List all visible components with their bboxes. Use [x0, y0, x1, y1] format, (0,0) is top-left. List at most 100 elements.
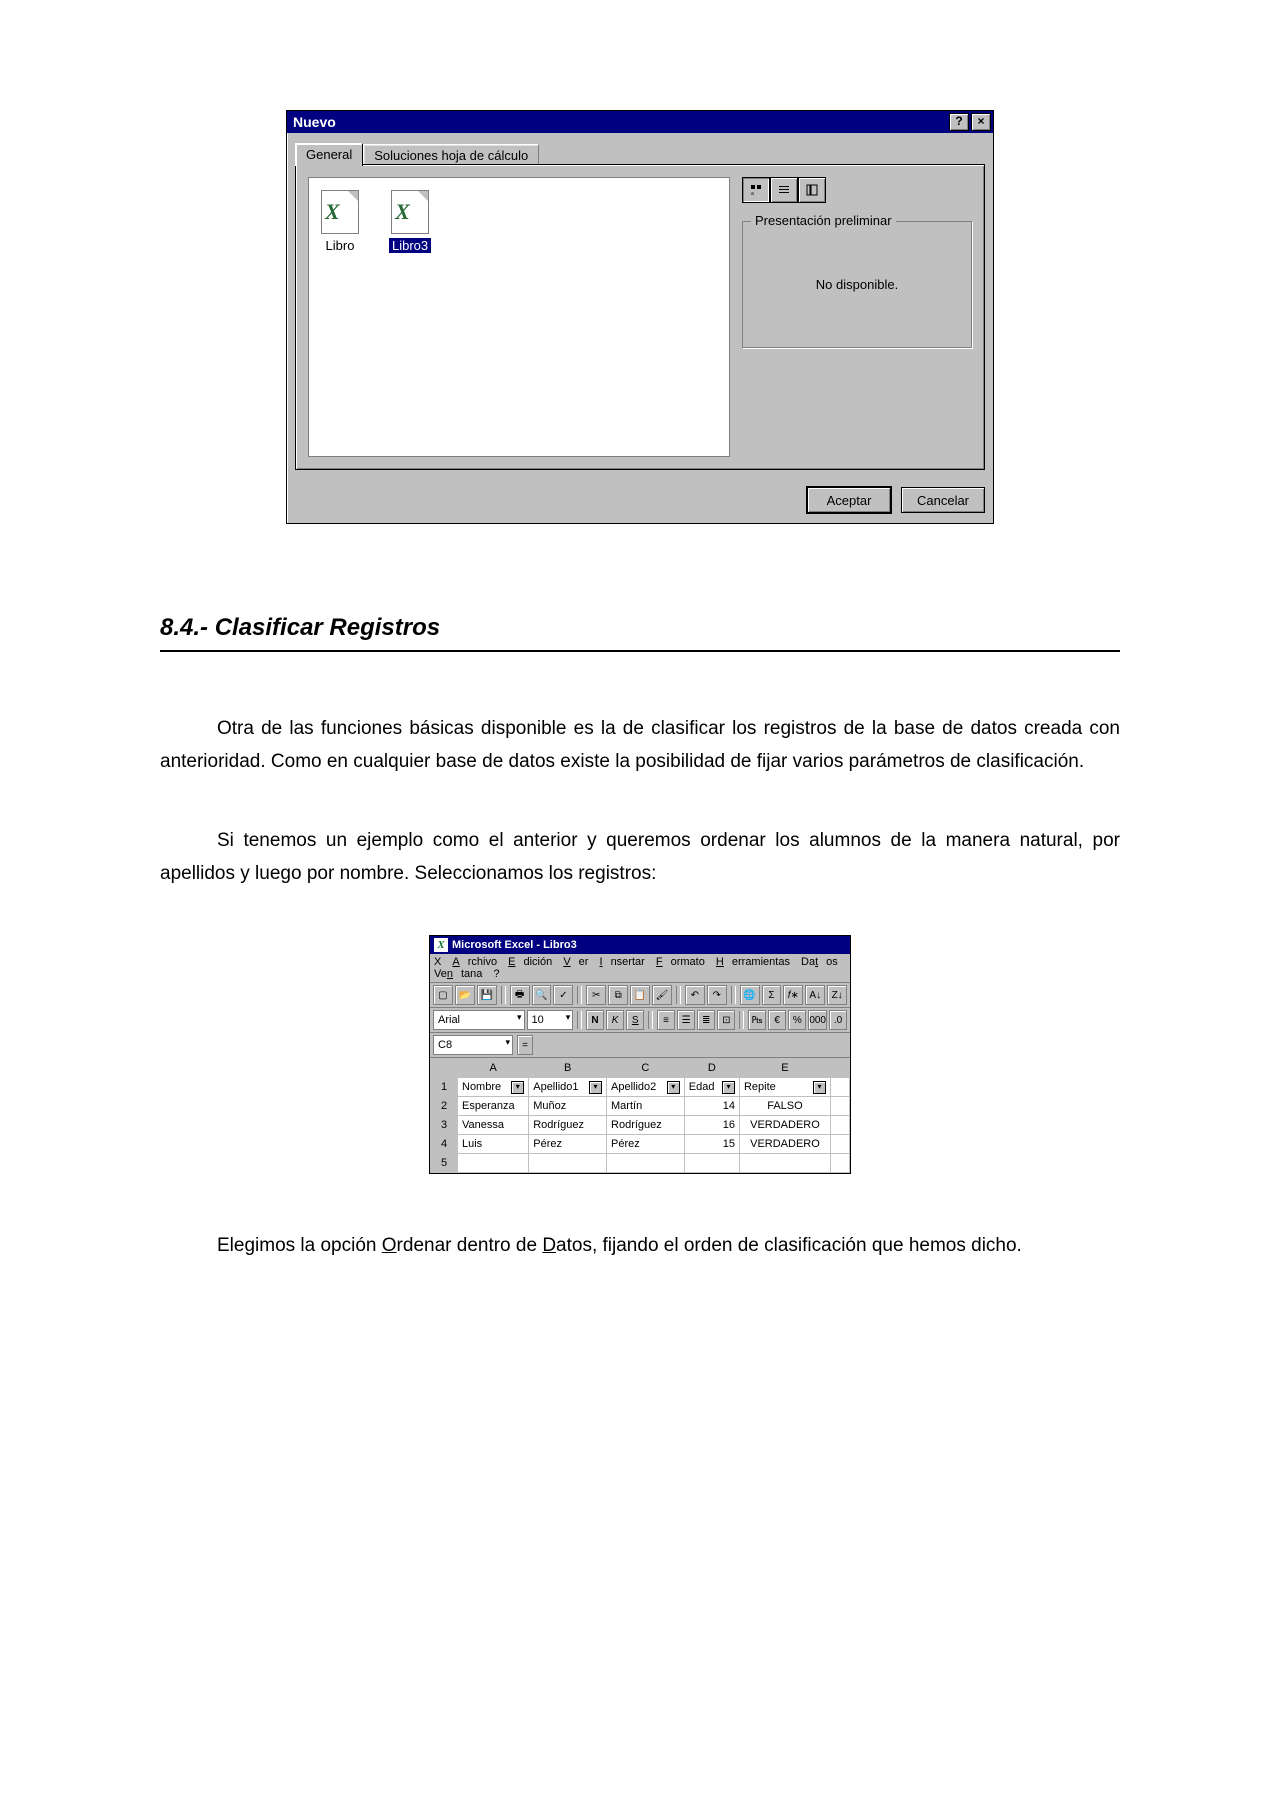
table-row[interactable]: 4 Luis Pérez Pérez 15 VERDADERO — [431, 1135, 850, 1154]
details-view-icon[interactable] — [798, 177, 826, 203]
cell[interactable] — [529, 1154, 607, 1173]
row-5-header[interactable]: 5 — [431, 1154, 458, 1173]
col-E[interactable]: E — [739, 1059, 830, 1078]
new-icon[interactable]: ▢ — [433, 985, 453, 1005]
cell[interactable]: Apellido2 — [611, 1081, 656, 1093]
col-A[interactable]: A — [458, 1059, 529, 1078]
size-combo[interactable]: 10 — [527, 1010, 574, 1030]
merge-center-icon[interactable]: ⊡ — [717, 1010, 735, 1030]
excel-menubar[interactable]: X Archivo Edición Ver Insertar Formato H… — [430, 954, 850, 983]
menu-insertar[interactable]: Insertar — [600, 956, 645, 968]
menu-archivo[interactable]: Archivo — [452, 956, 497, 968]
save-icon[interactable]: 💾 — [477, 985, 497, 1005]
excel-titlebar[interactable]: X Microsoft Excel - Libro3 — [430, 936, 850, 954]
close-icon[interactable]: × — [971, 113, 991, 131]
table-row[interactable]: 2 Esperanza Muñoz Martín 14 FALSO — [431, 1097, 850, 1116]
redo-icon[interactable]: ↷ — [707, 985, 727, 1005]
cell[interactable]: Pérez — [607, 1135, 685, 1154]
row-3-header[interactable]: 3 — [431, 1116, 458, 1135]
menu-edicion[interactable]: Edición — [508, 956, 552, 968]
align-left-icon[interactable]: ≡ — [657, 1010, 675, 1030]
filter-dropdown-icon[interactable]: ▾ — [722, 1081, 735, 1094]
increase-decimal-icon[interactable]: .0 — [829, 1010, 847, 1030]
template-libro3[interactable]: X Libro3 — [389, 190, 431, 253]
cell[interactable] — [739, 1154, 830, 1173]
filter-dropdown-icon[interactable]: ▾ — [667, 1081, 680, 1094]
menu-datos[interactable]: Datos — [801, 956, 838, 968]
autosum-icon[interactable]: Σ — [762, 985, 782, 1005]
cell[interactable]: Rodríguez — [529, 1116, 607, 1135]
name-box[interactable]: C8 — [433, 1035, 513, 1055]
sort-desc-icon[interactable]: Z↓ — [827, 985, 847, 1005]
function-icon[interactable]: f∗ — [783, 985, 803, 1005]
print-icon[interactable]: 🖶 — [510, 985, 530, 1005]
template-list[interactable]: X Libro X Libro3 — [308, 177, 730, 457]
excel-standard-toolbar[interactable]: ▢ 📂 💾 🖶 🔍 ✓ ✂ ⧉ 📋 🖌 ↶ ↷ 🌐 Σ f∗ A↓ Z↓ — [430, 983, 850, 1008]
col-extra[interactable] — [831, 1059, 850, 1078]
cell[interactable]: Repite — [744, 1081, 776, 1093]
percent-icon[interactable]: % — [788, 1010, 806, 1030]
cell[interactable]: Martín — [607, 1097, 685, 1116]
hyperlink-icon[interactable]: 🌐 — [740, 985, 760, 1005]
excel-grid[interactable]: A B C D E 1 Nombre▾ Apellido1▾ Apellido2… — [430, 1058, 850, 1173]
cell[interactable]: Pérez — [529, 1135, 607, 1154]
cell[interactable]: Muñoz — [529, 1097, 607, 1116]
excel-formula-bar[interactable]: C8 = — [430, 1033, 850, 1058]
cell[interactable]: 15 — [684, 1135, 739, 1154]
menu-ayuda[interactable]: ? — [493, 968, 499, 980]
cell[interactable]: 16 — [684, 1116, 739, 1135]
format-painter-icon[interactable]: 🖌 — [652, 985, 672, 1005]
cell[interactable]: Edad — [689, 1081, 715, 1093]
cell[interactable]: Luis — [458, 1135, 529, 1154]
spell-icon[interactable]: ✓ — [553, 985, 573, 1005]
excel-formatting-toolbar[interactable]: Arial 10 N K S ≡ ☰ ≣ ⊡ ₧ € % 000 .0 — [430, 1008, 850, 1033]
filter-dropdown-icon[interactable]: ▾ — [589, 1081, 602, 1094]
menu-ver[interactable]: Ver — [563, 956, 588, 968]
menu-herramientas[interactable]: Herramientas — [716, 956, 790, 968]
dialog-titlebar[interactable]: Nuevo ? × — [287, 111, 993, 133]
font-combo[interactable]: Arial — [433, 1010, 525, 1030]
underline-icon[interactable]: S — [626, 1010, 644, 1030]
copy-icon[interactable]: ⧉ — [608, 985, 628, 1005]
accept-button[interactable]: Aceptar — [807, 487, 891, 513]
align-center-icon[interactable]: ☰ — [677, 1010, 695, 1030]
cell[interactable]: Rodríguez — [607, 1116, 685, 1135]
list-view-icon[interactable] — [770, 177, 798, 203]
cell[interactable] — [607, 1154, 685, 1173]
thousands-icon[interactable]: 000 — [808, 1010, 827, 1030]
paste-icon[interactable]: 📋 — [630, 985, 650, 1005]
cell[interactable] — [458, 1154, 529, 1173]
select-all-corner[interactable] — [431, 1059, 458, 1078]
open-icon[interactable]: 📂 — [455, 985, 475, 1005]
menu-ventana[interactable]: Ventana — [434, 968, 482, 980]
template-libro[interactable]: X Libro — [321, 190, 359, 253]
table-row[interactable]: 5 — [431, 1154, 850, 1173]
col-C[interactable]: C — [607, 1059, 685, 1078]
bold-icon[interactable]: N — [586, 1010, 604, 1030]
cell[interactable]: Esperanza — [458, 1097, 529, 1116]
undo-icon[interactable]: ↶ — [685, 985, 705, 1005]
formula-equals-icon[interactable]: = — [517, 1035, 533, 1055]
filter-dropdown-icon[interactable]: ▾ — [813, 1081, 826, 1094]
col-B[interactable]: B — [529, 1059, 607, 1078]
help-icon[interactable]: ? — [949, 113, 969, 131]
cell[interactable]: FALSO — [739, 1097, 830, 1116]
row-2-header[interactable]: 2 — [431, 1097, 458, 1116]
tab-general[interactable]: General — [295, 143, 363, 166]
large-icons-view-icon[interactable]: a — [742, 177, 770, 203]
cell[interactable]: VERDADERO — [739, 1135, 830, 1154]
cell[interactable]: VERDADERO — [739, 1116, 830, 1135]
currency-icon[interactable]: ₧ — [748, 1010, 766, 1030]
table-row[interactable]: 3 Vanessa Rodríguez Rodríguez 16 VERDADE… — [431, 1116, 850, 1135]
cell[interactable] — [684, 1154, 739, 1173]
cut-icon[interactable]: ✂ — [586, 985, 606, 1005]
preview-icon[interactable]: 🔍 — [532, 985, 552, 1005]
col-D[interactable]: D — [684, 1059, 739, 1078]
euro-icon[interactable]: € — [768, 1010, 786, 1030]
italic-icon[interactable]: K — [606, 1010, 624, 1030]
cell[interactable]: 14 — [684, 1097, 739, 1116]
cell[interactable]: Apellido1 — [533, 1081, 578, 1093]
menu-formato[interactable]: Formato — [656, 956, 705, 968]
row-1-header[interactable]: 1 — [431, 1078, 458, 1097]
row-4-header[interactable]: 4 — [431, 1135, 458, 1154]
